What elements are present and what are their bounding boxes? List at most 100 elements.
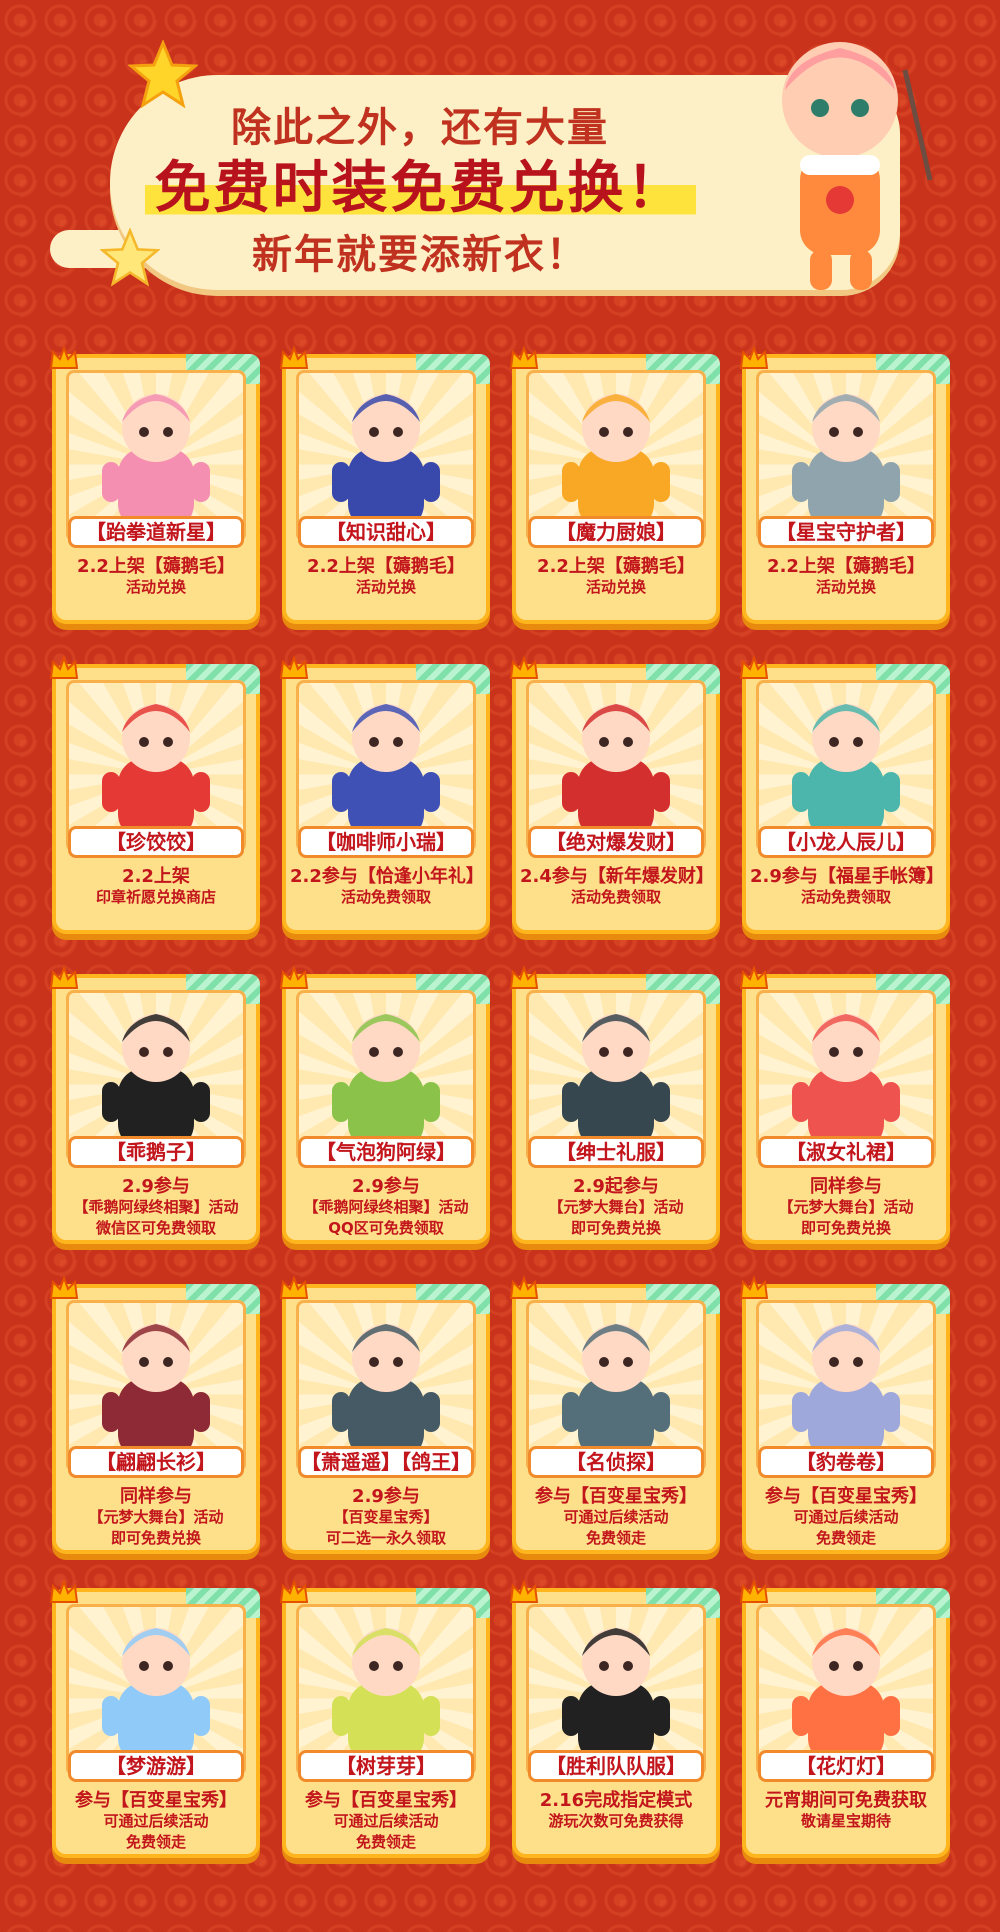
outfit-name: 【跆拳道新星】 <box>68 516 244 548</box>
description-line: 活动免费领取 <box>340 888 431 906</box>
description-line: 2.4参与【新年爆发财】 <box>520 866 714 887</box>
outfit-card[interactable]: 【魔力厨娘】 2.2上架【薅鹅毛】 活动兑换 <box>509 345 720 620</box>
description-line: 敬请星宝期待 <box>800 1812 891 1830</box>
crown-badge-icon <box>278 1578 310 1606</box>
outfit-card[interactable]: 【珍饺饺】 2.2上架 印章祈愿兑换商店 <box>49 655 260 930</box>
outfit-description: 元宵期间可免费获取 敬请星宝期待 <box>750 1790 942 1832</box>
crown-badge-icon <box>738 344 770 372</box>
outfit-name: 【胜利队队服】 <box>528 1750 704 1782</box>
outfit-card[interactable]: 【淑女礼裙】同样参与 【元梦大舞台】活动 即可免费兑换 <box>739 965 950 1240</box>
outfit-description: 2.2上架【薅鹅毛】 活动兑换 <box>750 556 942 598</box>
crown-badge-icon <box>48 654 80 682</box>
outfit-description: 参与【百变星宝秀】 可通过后续活动 免费领走 <box>290 1790 482 1853</box>
description-line: 【元梦大舞台】活动 <box>88 1508 224 1526</box>
outfit-card[interactable]: 【梦游游】 参与【百变星宝秀】 可通过后续活动 免费领走 <box>49 1579 260 1854</box>
outfit-name: 【绅士礼服】 <box>528 1136 704 1168</box>
description-line: 活动兑换 <box>355 578 416 596</box>
description-line: 【乖鹅阿绿终相聚】活动 <box>73 1198 239 1216</box>
description-line: 2.2上架【薅鹅毛】 <box>537 556 695 577</box>
description-line: 活动兑换 <box>815 578 876 596</box>
outfit-description: 2.9参与 【乖鹅阿绿终相聚】活动 微信区可免费领取 <box>60 1176 252 1239</box>
crown-badge-icon <box>278 344 310 372</box>
outfit-name: 【绝对爆发财】 <box>528 826 704 858</box>
description-line: 参与【百变星宝秀】 <box>75 1790 237 1811</box>
description-line: 可通过后续活动 <box>563 1508 669 1526</box>
outfit-name: 【咖啡师小瑞】 <box>298 826 474 858</box>
description-line: 免费领走 <box>815 1529 876 1547</box>
outfit-name: 【气泡狗阿绿】 <box>298 1136 474 1168</box>
outfit-name: 【淑女礼裙】 <box>758 1136 934 1168</box>
outfit-name: 【魔力厨娘】 <box>528 516 704 548</box>
crown-badge-icon <box>508 654 540 682</box>
description-line: 活动免费领取 <box>800 888 891 906</box>
outfit-name: 【星宝守护者】 <box>758 516 934 548</box>
description-line: 【百变星宝秀】 <box>333 1508 439 1526</box>
outfit-name: 【小龙人辰儿】 <box>758 826 934 858</box>
description-line: 印章祈愿兑换商店 <box>95 888 216 906</box>
description-line: 【元梦大舞台】活动 <box>548 1198 684 1216</box>
outfit-description: 同样参与 【元梦大舞台】活动 即可免费兑换 <box>750 1176 942 1239</box>
outfit-name: 【翩翩长衫】 <box>68 1446 244 1478</box>
outfit-name: 【萧遥遥】【鸽王】 <box>298 1446 474 1478</box>
description-line: 【元梦大舞台】活动 <box>778 1198 914 1216</box>
outfit-description: 2.9起参与 【元梦大舞台】活动 即可免费兑换 <box>520 1176 712 1239</box>
outfit-name: 【梦游游】 <box>68 1750 244 1782</box>
outfit-card[interactable]: 【豹卷卷】参与【百变星宝秀】 可通过后续活动 免费领走 <box>739 1275 950 1550</box>
crown-badge-icon <box>278 1274 310 1302</box>
outfit-name: 【珍饺饺】 <box>68 826 244 858</box>
description-line: 可二选一永久领取 <box>325 1529 446 1547</box>
description-line: 2.2上架【薅鹅毛】 <box>767 556 925 577</box>
outfit-description: 2.2上架【薅鹅毛】 活动兑换 <box>520 556 712 598</box>
outfit-card[interactable]: 【咖啡师小瑞】 2.2参与【恰逢小年礼】 活动免费领取 <box>279 655 490 930</box>
outfit-card[interactable]: 【胜利队队服】 2.16完成指定模式 游玩次数可免费获得 <box>509 1579 720 1854</box>
outfit-card[interactable]: 【气泡狗阿绿】 2.9参与 【乖鹅阿绿终相聚】活动 QQ区可免费领取 <box>279 965 490 1240</box>
crown-badge-icon <box>278 964 310 992</box>
crown-badge-icon <box>278 654 310 682</box>
crown-badge-icon <box>508 344 540 372</box>
outfit-card[interactable]: 【树芽芽】参与【百变星宝秀】 可通过后续活动 免费领走 <box>279 1579 490 1854</box>
description-line: 2.2上架【薅鹅毛】 <box>307 556 465 577</box>
crown-badge-icon <box>508 964 540 992</box>
description-line: 参与【百变星宝秀】 <box>305 1790 467 1811</box>
outfit-description: 参与【百变星宝秀】 可通过后续活动 免费领走 <box>750 1486 942 1549</box>
description-line: 免费领走 <box>355 1833 416 1851</box>
outfit-name: 【名侦探】 <box>528 1446 704 1478</box>
description-line: 即可免费兑换 <box>800 1219 891 1237</box>
crown-badge-icon <box>738 1274 770 1302</box>
outfit-description: 参与【百变星宝秀】 可通过后续活动 免费领走 <box>520 1486 712 1549</box>
outfit-card[interactable]: 【跆拳道新星】 2.2上架【薅鹅毛】 活动兑换 <box>49 345 260 620</box>
outfit-card[interactable]: 【绅士礼服】 2.9起参与 【元梦大舞台】活动 即可免费兑换 <box>509 965 720 1240</box>
crown-badge-icon <box>738 654 770 682</box>
outfit-description: 2.9参与【福星手帐簿】 活动免费领取 <box>750 866 944 908</box>
crown-badge-icon <box>48 964 80 992</box>
outfit-card[interactable]: 【星宝守护者】 2.2上架【薅鹅毛】 活动兑换 <box>739 345 950 620</box>
outfit-card[interactable]: 【绝对爆发财】 2.4参与【新年爆发财】 活动免费领取 <box>509 655 720 930</box>
description-line: 【乖鹅阿绿终相聚】活动 <box>303 1198 469 1216</box>
outfit-card[interactable]: 【花灯灯】元宵期间可免费获取 敬请星宝期待 <box>739 1579 950 1854</box>
outfit-card[interactable]: 【小龙人辰儿】 2.9参与【福星手帐簿】 活动免费领取 <box>739 655 950 930</box>
outfit-description: 2.9参与 【乖鹅阿绿终相聚】活动 QQ区可免费领取 <box>290 1176 482 1239</box>
description-line: 2.9起参与 <box>573 1176 659 1197</box>
description-line: 微信区可免费领取 <box>95 1219 216 1237</box>
crown-badge-icon <box>48 344 80 372</box>
description-line: 2.9参与 <box>352 1486 420 1507</box>
crown-badge-icon <box>48 1578 80 1606</box>
outfit-name: 【花灯灯】 <box>758 1750 934 1782</box>
description-line: QQ区可免费领取 <box>328 1219 444 1237</box>
description-line: 同样参与 <box>810 1176 882 1197</box>
description-line: 2.16完成指定模式 <box>539 1790 693 1811</box>
outfit-name: 【豹卷卷】 <box>758 1446 934 1478</box>
outfit-card[interactable]: 【乖鹅子】 2.9参与 【乖鹅阿绿终相聚】活动 微信区可免费领取 <box>49 965 260 1240</box>
outfit-description: 2.4参与【新年爆发财】 活动免费领取 <box>520 866 714 908</box>
crown-badge-icon <box>508 1274 540 1302</box>
outfit-card[interactable]: 【萧遥遥】【鸽王】 2.9参与 【百变星宝秀】 可二选一永久领取 <box>279 1275 490 1550</box>
crown-badge-icon <box>508 1578 540 1606</box>
description-line: 参与【百变星宝秀】 <box>535 1486 697 1507</box>
description-line: 活动兑换 <box>125 578 186 596</box>
crown-badge-icon <box>738 964 770 992</box>
outfit-card[interactable]: 【名侦探】参与【百变星宝秀】 可通过后续活动 免费领走 <box>509 1275 720 1550</box>
outfit-card[interactable]: 【翩翩长衫】 同样参与 【元梦大舞台】活动 即可免费兑换 <box>49 1275 260 1550</box>
outfit-name: 【乖鹅子】 <box>68 1136 244 1168</box>
outfit-card[interactable]: 【知识甜心】 2.2上架【薅鹅毛】 活动兑换 <box>279 345 490 620</box>
outfit-name: 【树芽芽】 <box>298 1750 474 1782</box>
